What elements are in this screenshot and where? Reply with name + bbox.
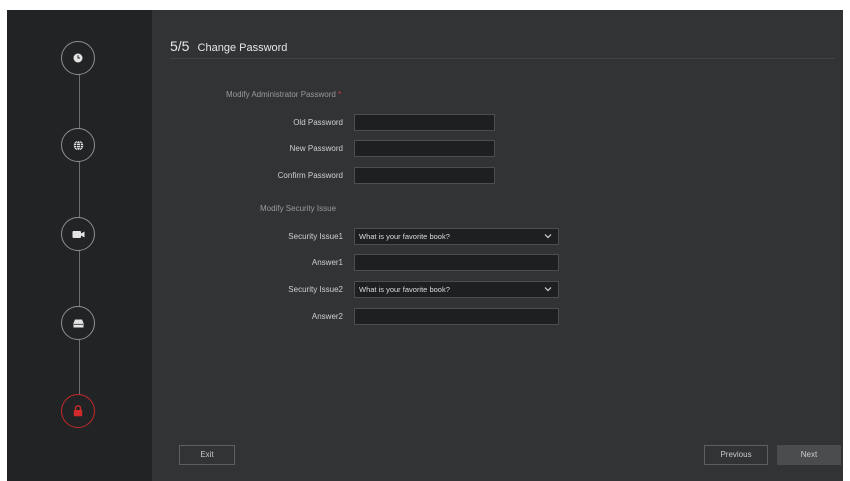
- clock-icon: [73, 53, 83, 63]
- previous-button[interactable]: Previous: [704, 445, 768, 465]
- step-network-settings[interactable]: [61, 128, 95, 162]
- confirm-password-label: Confirm Password: [277, 171, 343, 180]
- new-password-field[interactable]: [354, 140, 495, 157]
- next-button[interactable]: Next: [777, 445, 841, 465]
- wizard-step-sidebar: [7, 10, 152, 481]
- exit-button[interactable]: Exit: [179, 445, 235, 465]
- step-camera-settings[interactable]: [61, 217, 95, 251]
- camera-icon: [72, 230, 84, 238]
- security-issue2-value: What is your favorite book?: [359, 285, 450, 294]
- old-password-label: Old Password: [293, 118, 343, 127]
- required-marker: *: [338, 90, 342, 99]
- wizard-content-panel: 5/5 Change Password Modify Administrator…: [152, 10, 843, 481]
- security-section-heading: Modify Security Issue: [260, 204, 337, 213]
- security-issue1-select[interactable]: What is your favorite book?: [354, 228, 559, 245]
- hard-disk-icon: [73, 319, 83, 327]
- page-title: 5/5 Change Password: [170, 38, 287, 54]
- chevron-down-icon: [544, 287, 552, 292]
- security-issue2-label: Security Issue2: [288, 285, 343, 294]
- setup-wizard-window: 5/5 Change Password Modify Administrator…: [7, 10, 843, 481]
- lock-icon: [73, 405, 83, 417]
- security-issue1-value: What is your favorite book?: [359, 232, 450, 241]
- step-change-password[interactable]: [61, 394, 95, 428]
- confirm-password-field[interactable]: [354, 167, 495, 184]
- security-issue1-label: Security Issue1: [288, 232, 343, 241]
- step-disk-settings[interactable]: [61, 306, 95, 340]
- globe-icon: [73, 139, 83, 151]
- answer1-label: Answer1: [311, 258, 343, 267]
- page-title-text: Change Password: [197, 42, 288, 54]
- chevron-down-icon: [544, 234, 552, 239]
- step-time-settings[interactable]: [61, 41, 95, 75]
- new-password-label: New Password: [289, 144, 343, 153]
- header-divider: [170, 58, 835, 59]
- step-counter: 5/5: [170, 38, 190, 54]
- answer2-label: Answer2: [311, 312, 343, 321]
- security-issue2-select[interactable]: What is your favorite book?: [354, 281, 559, 298]
- answer2-field[interactable]: [354, 308, 559, 325]
- old-password-field[interactable]: [354, 114, 495, 131]
- admin-password-section-heading: Modify Administrator Password *: [226, 90, 342, 99]
- answer1-field[interactable]: [354, 254, 559, 271]
